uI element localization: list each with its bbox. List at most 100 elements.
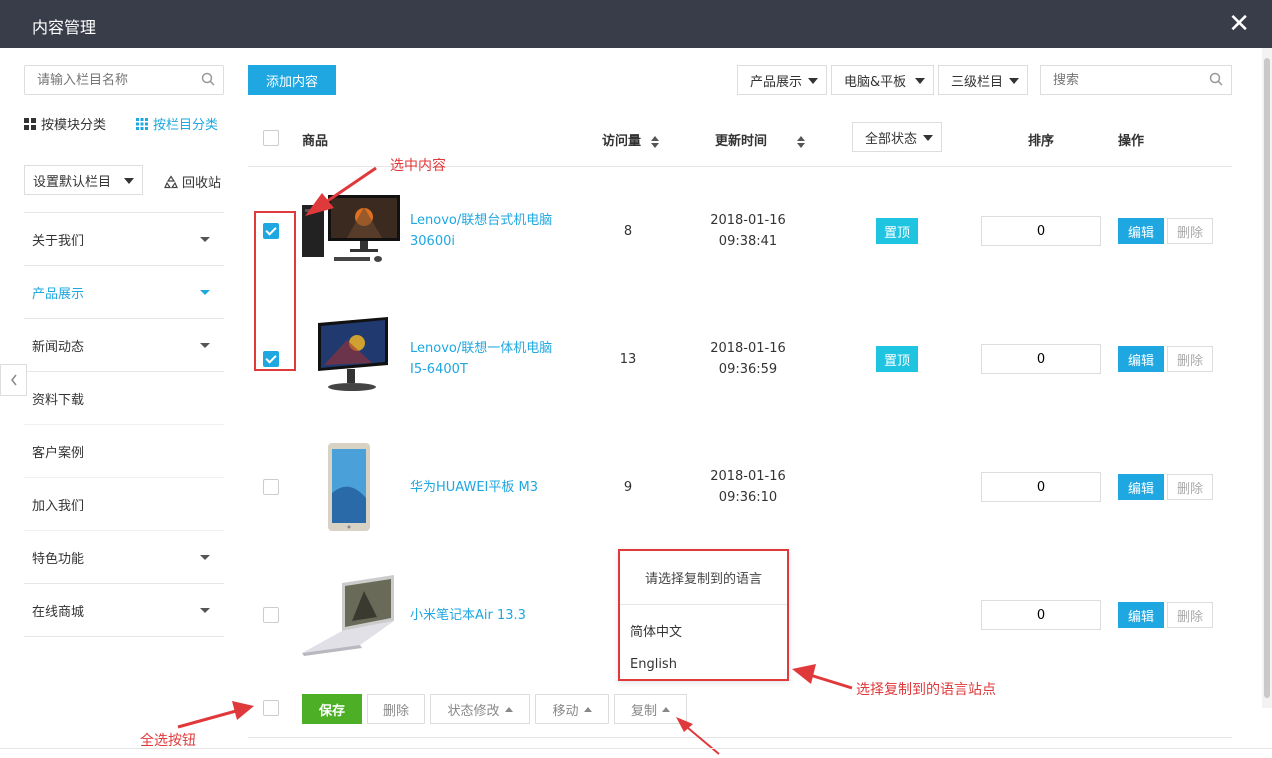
status-filter[interactable]: 全部状态 xyxy=(852,122,942,152)
sidebar-item-label: 在线商城 xyxy=(32,604,85,620)
modal-header: 内容管理 ✕ xyxy=(0,0,1272,48)
chevron-down-icon[interactable] xyxy=(200,237,210,242)
scrollbar[interactable] xyxy=(1262,48,1272,708)
visit-count: 8 xyxy=(623,223,633,239)
copy-language-dropdown: 请选择复制到的语言 简体中文 English xyxy=(618,549,789,681)
product-image[interactable] xyxy=(302,187,402,275)
view-by-column[interactable]: 按栏目分类 xyxy=(136,114,218,133)
chevron-down-icon xyxy=(923,135,933,141)
sidebar-item-2[interactable]: 新闻动态 xyxy=(24,319,224,372)
search-icon[interactable] xyxy=(1209,72,1223,86)
sidebar-item-5[interactable]: 加入我们 xyxy=(24,478,224,531)
product-image[interactable] xyxy=(302,315,402,403)
delete-button[interactable]: 删除 xyxy=(1167,346,1213,372)
sidebar-item-4[interactable]: 客户案例 xyxy=(24,425,224,478)
annotation-checkbox-highlight xyxy=(254,211,296,371)
update-date: 2018-01-16 xyxy=(710,341,786,356)
select-all-checkbox[interactable] xyxy=(263,700,279,716)
language-option-en[interactable]: English xyxy=(620,647,787,681)
product-image[interactable] xyxy=(302,571,402,659)
scrollbar-thumb[interactable] xyxy=(1264,58,1270,698)
col-updated-label: 更新时间 xyxy=(715,134,768,149)
order-input[interactable] xyxy=(981,600,1101,630)
delete-button[interactable]: 删除 xyxy=(1167,218,1213,244)
chevron-left-icon xyxy=(10,374,17,386)
recycle-bin-button[interactable]: 回收站 xyxy=(164,172,221,191)
sidebar-item-label: 加入我们 xyxy=(32,498,85,514)
order-input[interactable] xyxy=(981,472,1101,502)
delete-button[interactable]: 删除 xyxy=(1167,602,1213,628)
sidebar-item-1[interactable]: 产品展示 xyxy=(24,266,224,319)
col-order: 排序 xyxy=(1028,134,1055,149)
chevron-up-icon xyxy=(504,706,513,712)
row-select-checkbox[interactable] xyxy=(263,479,279,495)
sidebar-item-6[interactable]: 特色功能 xyxy=(24,531,224,584)
product-name-line2: 30600i xyxy=(410,234,455,249)
status-change-button[interactable]: 状态修改 xyxy=(430,694,530,724)
sidebar-item-label: 新闻动态 xyxy=(32,339,85,355)
save-button[interactable]: 保存 xyxy=(302,694,362,724)
filter-level3[interactable]: 三级栏目 xyxy=(938,65,1028,95)
sidebar-item-3[interactable]: 资料下载 xyxy=(24,372,224,425)
bulk-actions: 保存 删除 状态修改 移动 复制 xyxy=(248,694,1232,738)
filter-category[interactable]: 产品展示 xyxy=(737,65,827,95)
edit-button[interactable]: 编辑 xyxy=(1118,602,1164,628)
order-input[interactable] xyxy=(981,344,1101,374)
col-visits[interactable]: 访问量 xyxy=(602,130,660,149)
add-content-button[interactable]: 添加内容 xyxy=(248,65,336,95)
edit-button[interactable]: 编辑 xyxy=(1118,474,1164,500)
close-icon[interactable]: ✕ xyxy=(1228,10,1250,38)
delete-button[interactable]: 删除 xyxy=(1167,474,1213,500)
product-name-link[interactable]: 华为HUAWEI平板 M3 xyxy=(410,423,580,551)
chevron-down-icon[interactable] xyxy=(200,290,210,295)
language-option-zh[interactable]: 简体中文 xyxy=(620,613,787,647)
filter-subcategory-label: 电脑&平板 xyxy=(844,74,907,90)
update-time: 2018-01-16 09:36:59 xyxy=(688,295,808,423)
copy-label: 复制 xyxy=(630,703,657,719)
chevron-up-icon xyxy=(662,706,670,712)
pinned-badge[interactable]: 置顶 xyxy=(876,218,918,244)
product-name-link[interactable]: 小米笔记本Air 13.3 xyxy=(410,551,580,679)
order-input[interactable] xyxy=(981,216,1101,246)
sidebar-item-label: 客户案例 xyxy=(32,445,85,461)
product-image[interactable] xyxy=(302,443,402,531)
header-select-checkbox[interactable] xyxy=(263,130,279,146)
sidebar-item-7[interactable]: 在线商城 xyxy=(24,584,224,637)
view-by-column-label: 按栏目分类 xyxy=(153,118,219,133)
chevron-down-icon[interactable] xyxy=(200,608,210,613)
chevron-down-icon[interactable] xyxy=(200,343,210,348)
product-name-link[interactable]: Lenovo/联想台式机电脑 30600i xyxy=(410,167,580,295)
column-menu: 关于我们 产品展示新闻动态资料下载客户案例加入我们特色功能在线商城 xyxy=(24,212,224,637)
recycle-label: 回收站 xyxy=(182,176,222,191)
row-select-checkbox[interactable] xyxy=(263,607,279,623)
filter-subcategory[interactable]: 电脑&平板 xyxy=(831,65,934,95)
table-row: Lenovo/联想台式机电脑 30600i 8 2018-01-16 09:38:41 置… xyxy=(248,167,1232,295)
status-change-label: 状态修改 xyxy=(447,703,500,719)
copy-dropdown-title: 请选择复制到的语言 xyxy=(620,551,787,605)
pinned-badge[interactable]: 置顶 xyxy=(876,346,918,372)
col-updated[interactable]: 更新时间 xyxy=(715,130,806,149)
column-search-input[interactable] xyxy=(25,66,195,94)
chevron-down-icon[interactable] xyxy=(200,555,210,560)
annotation-choose-language: 选择复制到的语言站点 xyxy=(856,682,996,698)
product-name-link[interactable]: Lenovo/联想一体机电脑 I5-6400T xyxy=(410,295,580,423)
collapse-sidebar-button[interactable] xyxy=(0,364,27,396)
product-name-line1: Lenovo/联想一体机电脑 xyxy=(410,341,553,356)
sidebar-item-0[interactable]: 关于我们 xyxy=(24,213,224,266)
bulk-delete-button[interactable]: 删除 xyxy=(367,694,425,724)
chevron-down-icon xyxy=(915,78,925,84)
product-name-line1: Lenovo/联想台式机电脑 xyxy=(410,213,553,228)
update-date: 2018-01-16 xyxy=(710,469,786,484)
view-by-module[interactable]: 按模块分类 xyxy=(24,114,106,133)
move-button[interactable]: 移动 xyxy=(535,694,609,724)
copy-button[interactable]: 复制 xyxy=(614,694,687,724)
table-row: Lenovo/联想一体机电脑 I5-6400T 13 2018-01-16 09:36:… xyxy=(248,295,1232,423)
search-icon[interactable] xyxy=(201,72,215,86)
chevron-down-icon xyxy=(1009,78,1019,84)
edit-button[interactable]: 编辑 xyxy=(1118,346,1164,372)
edit-button[interactable]: 编辑 xyxy=(1118,218,1164,244)
product-name-line2: I5-6400T xyxy=(410,362,468,377)
annotation-select-content: 选中内容 xyxy=(390,158,446,174)
default-column-select[interactable]: 设置默认栏目 xyxy=(24,165,143,195)
content-search-input[interactable] xyxy=(1041,66,1201,94)
